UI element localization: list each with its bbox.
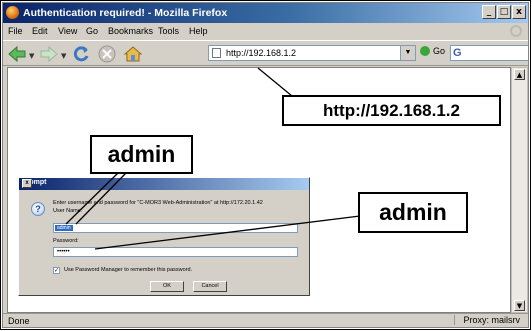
menu-bookmarks[interactable]: Bookmarks [108, 26, 153, 36]
stop-icon[interactable] [97, 44, 117, 64]
close-button[interactable]: x [512, 5, 526, 19]
dialog-title-bar: Prompt x [19, 178, 309, 190]
home-icon[interactable] [123, 44, 143, 64]
minimize-button[interactable]: _ [482, 5, 496, 19]
remember-label: Use Password Manager to remember this pa… [64, 267, 193, 273]
password-field[interactable]: •••••• [53, 247, 298, 257]
maximize-button[interactable]: □ [497, 5, 511, 19]
menu-bar: File Edit View Go Bookmarks Tools Help [3, 23, 528, 40]
auth-prompt-dialog: Prompt x ? Enter username and password f… [18, 177, 310, 296]
username-field[interactable]: admin [53, 223, 298, 233]
search-bar[interactable]: G [450, 45, 528, 61]
remember-checkbox[interactable]: ✓ [53, 267, 60, 274]
ok-button[interactable]: OK [150, 281, 184, 292]
google-icon[interactable]: G [453, 47, 462, 59]
scroll-up-icon[interactable]: ▲ [514, 69, 525, 80]
title-bar: Authentication required! - Mozilla Firef… [3, 3, 528, 23]
menu-tools[interactable]: Tools [158, 26, 179, 36]
question-icon: ? [31, 202, 45, 216]
scroll-down-icon[interactable]: ▼ [514, 300, 525, 311]
menu-view[interactable]: View [58, 26, 77, 36]
forward-dropdown-icon[interactable]: ▼ [61, 52, 66, 60]
username-value[interactable]: admin [55, 225, 73, 231]
page-icon [212, 48, 221, 58]
dialog-message: Enter username and password for "C-MOR3 … [53, 200, 263, 206]
vertical-scrollbar[interactable]: ▲ ▼ [511, 67, 528, 313]
firefox-icon [6, 6, 19, 19]
address-text[interactable]: http://192.168.1.2 [226, 48, 296, 58]
go-label: Go [433, 46, 446, 56]
url-callout: http://192.168.1.2 [282, 95, 501, 126]
cancel-button[interactable]: Cancel [193, 281, 227, 292]
username-label: User Name: [53, 208, 83, 214]
password-value[interactable]: •••••• [57, 248, 70, 256]
status-text: Done [8, 316, 30, 326]
proxy-status: Proxy: mailsrv [454, 315, 520, 325]
forward-arrow-icon[interactable] [39, 44, 59, 64]
menu-edit[interactable]: Edit [32, 26, 48, 36]
password-label: Password: [53, 238, 79, 244]
menu-file[interactable]: File [8, 26, 23, 36]
back-arrow-icon[interactable] [7, 44, 27, 64]
reload-icon[interactable] [71, 44, 91, 64]
go-icon [420, 46, 430, 56]
throbber-icon [510, 25, 522, 37]
window-title: Authentication required! - Mozilla Firef… [23, 7, 228, 19]
address-dropdown-icon[interactable]: ▼ [400, 46, 415, 60]
password-callout: admin [358, 192, 468, 233]
status-bar: Done Proxy: mailsrv [3, 313, 528, 327]
window-controls: _ □ x [482, 5, 526, 19]
back-dropdown-icon[interactable]: ▼ [29, 52, 34, 60]
menu-go[interactable]: Go [86, 26, 98, 36]
address-bar[interactable]: http://192.168.1.2 ▼ [208, 45, 416, 61]
dialog-close-button[interactable]: x [22, 179, 32, 188]
go-button[interactable]: Go [420, 46, 445, 56]
menu-help[interactable]: Help [189, 26, 208, 36]
username-callout: admin [90, 135, 193, 174]
